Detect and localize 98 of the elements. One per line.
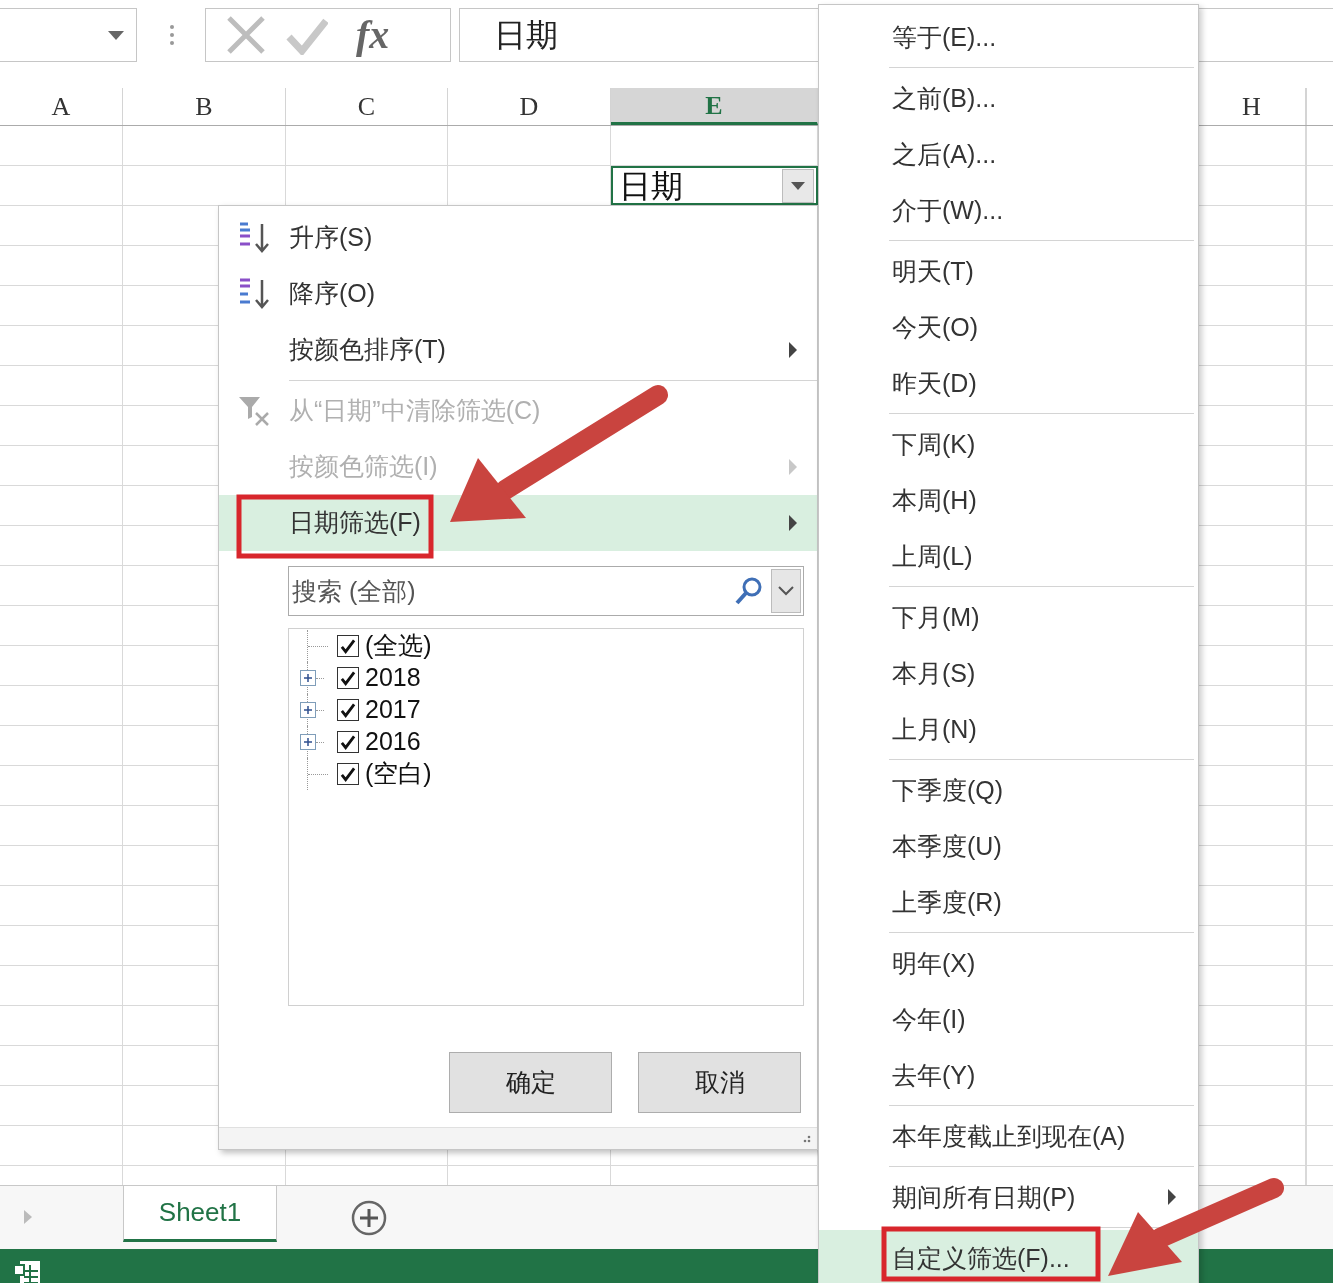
menu-item[interactable]: 等于(E)... xyxy=(819,9,1198,65)
insert-function-button[interactable]: fx xyxy=(356,15,390,55)
dialog-button[interactable]: 确定 xyxy=(449,1052,612,1113)
list-item-label: 2017 xyxy=(365,694,421,726)
menu-item[interactable]: 之后(A)... xyxy=(819,126,1198,182)
menu-item[interactable]: 上周(L) xyxy=(819,528,1198,584)
caret-icon xyxy=(791,181,805,190)
menu-item[interactable]: 按颜色排序(T) xyxy=(219,322,817,378)
menu-item[interactable]: 升序(S) xyxy=(219,210,817,266)
checkbox[interactable] xyxy=(337,763,359,785)
list-item-label: (全选) xyxy=(365,630,432,662)
menu-item-label: 本季度(U) xyxy=(892,833,1002,859)
checkbox[interactable] xyxy=(337,699,359,721)
expand-icon[interactable] xyxy=(300,734,316,750)
menu-item[interactable]: 上季度(R) xyxy=(819,874,1198,930)
sort-descending-icon xyxy=(238,278,270,310)
checkbox[interactable] xyxy=(337,635,359,657)
search-field[interactable]: 搜索 (全部) xyxy=(288,566,804,616)
menu-item-label: 之前(B)... xyxy=(892,85,997,111)
menu-item[interactable]: 之前(B)... xyxy=(819,70,1198,126)
menu-item-label: 降序(O) xyxy=(289,278,376,310)
menu-item-label: 上周(L) xyxy=(892,543,973,569)
menu-item-label: 上季度(R) xyxy=(892,889,1002,915)
menu-item[interactable]: 介于(W)... xyxy=(819,182,1198,238)
menu-item[interactable]: 去年(Y) xyxy=(819,1047,1198,1103)
dropdown-caret-icon xyxy=(108,30,124,40)
menu-item-label: 昨天(D) xyxy=(892,370,977,396)
filter-dropdown-button[interactable] xyxy=(782,168,814,203)
menu-item-label: 上月(N) xyxy=(892,716,977,742)
menu-item[interactable]: 下周(K) xyxy=(819,416,1198,472)
submenu-arrow-icon xyxy=(1168,1189,1176,1205)
menu-item[interactable]: 明天(T) xyxy=(819,243,1198,299)
checkmark-icon xyxy=(340,766,356,782)
menu-item-label: 今年(I) xyxy=(892,1006,966,1032)
menu-item-label: 自定义筛选(F)... xyxy=(892,1245,1070,1271)
menu-item[interactable]: 本季度(U) xyxy=(819,818,1198,874)
menu-item[interactable]: 下季度(Q) xyxy=(819,762,1198,818)
menu-item-label: 明天(T) xyxy=(892,258,974,284)
menu-item-label: 从“日期”中清除筛选(C) xyxy=(289,395,541,427)
menu-item[interactable]: 本月(S) xyxy=(819,645,1198,701)
sheet-view-icon[interactable] xyxy=(12,1259,42,1283)
sheet-tab[interactable]: Sheet1 xyxy=(123,1186,277,1242)
menu-item[interactable]: 今天(O) xyxy=(819,299,1198,355)
column-header[interactable]: B xyxy=(123,88,286,125)
menu-item-label: 下周(K) xyxy=(892,431,976,457)
submenu-arrow-icon xyxy=(789,515,797,531)
chevron-down-icon xyxy=(778,586,794,596)
add-sheet-icon[interactable] xyxy=(351,1200,387,1236)
checkmark-icon xyxy=(340,734,356,750)
menu-item-label: 介于(W)... xyxy=(892,197,1004,223)
menu-item-label: 按颜色排序(T) xyxy=(289,334,446,366)
cell-text: 日期 xyxy=(619,169,683,202)
menu-item-label: 本年度截止到现在(A) xyxy=(892,1123,1126,1149)
search-dropdown-button[interactable] xyxy=(771,569,801,613)
menu-item[interactable]: 本周(H) xyxy=(819,472,1198,528)
checkbox[interactable] xyxy=(337,667,359,689)
active-cell[interactable]: 日期 xyxy=(611,166,818,205)
menu-item[interactable]: 明年(X) xyxy=(819,935,1198,991)
menu-item[interactable]: 日期筛选(F) xyxy=(219,495,817,551)
menu-item-label: 明年(X) xyxy=(892,950,976,976)
expand-icon[interactable] xyxy=(300,702,316,718)
checkbox[interactable] xyxy=(337,731,359,753)
menu-item-label: 下月(M) xyxy=(892,604,980,630)
list-item-label: 2018 xyxy=(365,662,421,694)
menu-item[interactable]: 期间所有日期(P) xyxy=(819,1169,1198,1225)
sort-ascending-icon xyxy=(238,222,270,254)
clear-filter-icon xyxy=(238,395,270,427)
checkmark-icon xyxy=(340,670,356,686)
menu-item-label: 下季度(Q) xyxy=(892,777,1004,803)
checkmark-icon xyxy=(340,702,356,718)
checkmark-icon xyxy=(340,638,356,654)
menu-item-label: 之后(A)... xyxy=(892,141,997,167)
menu-item[interactable]: 上月(N) xyxy=(819,701,1198,757)
submenu-arrow-icon xyxy=(789,342,797,358)
menu-item-label: 去年(Y) xyxy=(892,1062,976,1088)
menu-item-label: 按颜色筛选(I) xyxy=(289,451,438,483)
submenu-arrow-icon xyxy=(789,459,797,475)
menu-item[interactable]: 降序(O) xyxy=(219,266,817,322)
dialog-button[interactable]: 取消 xyxy=(638,1052,801,1113)
column-header[interactable]: A xyxy=(0,88,123,125)
menu-item[interactable]: 今年(I) xyxy=(819,991,1198,1047)
list-item-label: (空白) xyxy=(365,758,432,790)
list-item-label: 2016 xyxy=(365,726,421,758)
menu-item[interactable]: 下月(M) xyxy=(819,589,1198,645)
menu-item-label: 等于(E)... xyxy=(892,24,997,50)
menu-item-label: 升序(S) xyxy=(289,222,373,254)
menu-item-label: 本月(S) xyxy=(892,660,976,686)
column-header[interactable]: C xyxy=(286,88,448,125)
expand-icon[interactable] xyxy=(300,670,316,686)
menu-item-label: 期间所有日期(P) xyxy=(892,1184,1076,1210)
menu-item[interactable]: 昨天(D) xyxy=(819,355,1198,411)
menu-item-label: 本周(H) xyxy=(892,487,977,513)
more-options-icon[interactable] xyxy=(169,24,175,46)
column-header[interactable]: E xyxy=(611,88,818,125)
menu-item-label: 今天(O) xyxy=(892,314,979,340)
search-icon xyxy=(734,576,764,606)
menu-item-label: 日期筛选(F) xyxy=(289,507,421,539)
menu-item[interactable]: 本年度截止到现在(A) xyxy=(819,1108,1198,1164)
